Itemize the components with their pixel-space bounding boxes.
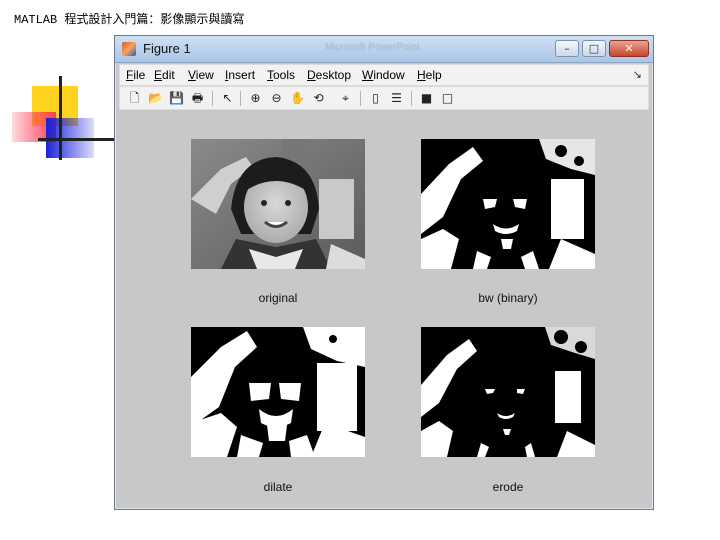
menubar-overflow-arrow-icon[interactable]: ↘: [633, 68, 642, 81]
dilated-binary-image: [191, 327, 365, 457]
print-figure-icon[interactable]: 🖶: [189, 90, 206, 107]
background-window-title: Microsoft PowerPoint: [325, 42, 420, 53]
menu-desktop[interactable]: Desktop: [307, 68, 351, 82]
hide-plot-tools-icon[interactable]: ■: [418, 90, 435, 107]
close-button[interactable]: ✕: [609, 40, 649, 57]
save-figure-icon[interactable]: 💾: [168, 90, 185, 107]
rotate-3d-icon[interactable]: ⟲: [310, 90, 327, 107]
maximize-button[interactable]: □: [582, 40, 606, 57]
original-image-axes[interactable]: [191, 139, 365, 269]
decorative-slide-graphic: [0, 0, 120, 170]
binary-image-axes[interactable]: [421, 139, 595, 269]
new-figure-icon[interactable]: 🗋: [126, 90, 143, 107]
toolbar-separator: [212, 91, 213, 106]
plot-caption-bw-binary: bw (binary): [478, 291, 538, 305]
window-title: Figure 1: [143, 41, 191, 56]
horizontal-line-decoration: [38, 138, 120, 141]
eroded-binary-image: [421, 327, 595, 457]
zoom-out-icon[interactable]: ⊖: [268, 90, 285, 107]
menu-window[interactable]: Window: [362, 68, 405, 82]
toolbar-separator: [411, 91, 412, 106]
zoom-in-icon[interactable]: ⊕: [247, 90, 264, 107]
show-plot-tools-icon[interactable]: □: [439, 90, 456, 107]
plot-caption-dilate: dilate: [263, 480, 293, 494]
menu-file[interactable]: File: [126, 68, 145, 82]
binary-image: [421, 139, 595, 269]
pan-hand-icon[interactable]: ✋: [289, 90, 306, 107]
figure-window: Figure 1 Microsoft PowerPoint – □ ✕ File…: [114, 35, 654, 510]
original-grayscale-image: [191, 139, 365, 269]
menu-tools[interactable]: Tools: [267, 68, 295, 82]
figure-toolbar: 🗋 📂 💾 🖶 ↖ ⊕ ⊖ ✋ ⟲ ⌖ ▯ ☰ ■ □: [119, 86, 649, 110]
toolbar-separator: [240, 91, 241, 106]
insert-legend-icon[interactable]: ☰: [388, 90, 405, 107]
menu-help[interactable]: Help: [417, 68, 442, 82]
minimize-button[interactable]: –: [555, 40, 579, 57]
vertical-line-decoration: [59, 76, 62, 160]
insert-colorbar-icon[interactable]: ▯: [367, 90, 384, 107]
figure-canvas: original bw (binary) dilate erode: [119, 111, 649, 505]
edit-plot-arrow-icon[interactable]: ↖: [219, 90, 236, 107]
erode-image-axes[interactable]: [421, 327, 595, 457]
window-titlebar[interactable]: Figure 1 Microsoft PowerPoint – □ ✕: [115, 36, 653, 63]
plot-caption-original: original: [258, 291, 298, 305]
matlab-app-icon: [122, 42, 136, 56]
menubar: File Edit View Insert Tools Desktop Wind…: [119, 64, 649, 86]
menu-edit[interactable]: Edit: [154, 68, 175, 82]
plot-caption-erode: erode: [492, 480, 524, 494]
menu-view[interactable]: View: [188, 68, 214, 82]
menu-insert[interactable]: Insert: [225, 68, 255, 82]
data-cursor-icon[interactable]: ⌖: [337, 90, 354, 107]
dilate-image-axes[interactable]: [191, 327, 365, 457]
toolbar-separator: [360, 91, 361, 106]
open-file-icon[interactable]: 📂: [147, 90, 164, 107]
